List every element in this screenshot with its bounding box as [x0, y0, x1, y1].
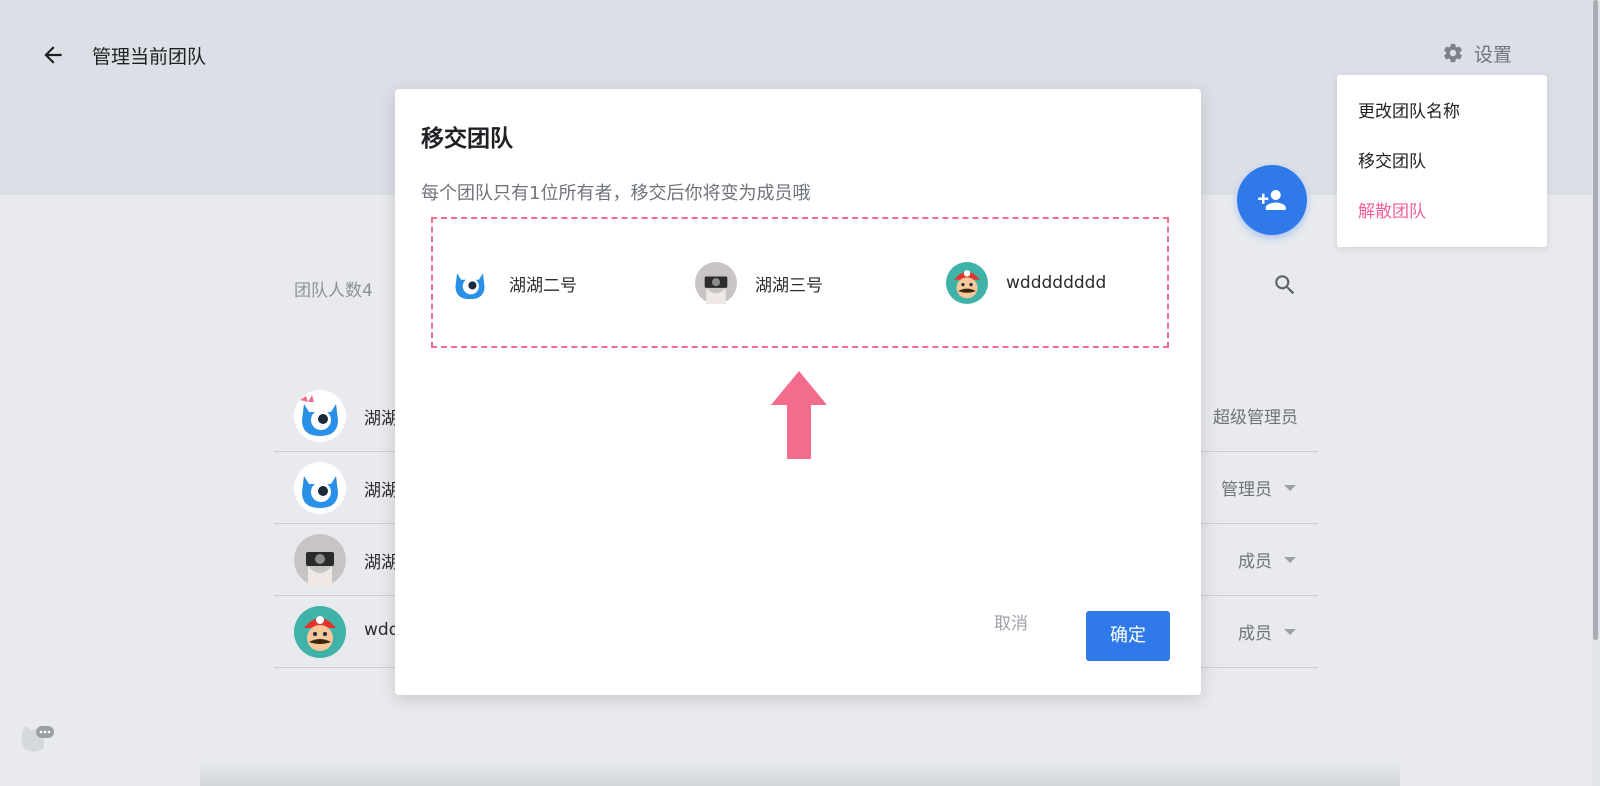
- team-count-label: 团队人数4: [294, 281, 373, 301]
- candidate-name: wdddddddd: [1006, 273, 1107, 293]
- scrollbar[interactable]: [1592, 0, 1600, 786]
- member-role: 超级管理员: [1213, 408, 1298, 428]
- transfer-team-dialog: 移交团队 每个团队只有1位所有者，移交后你将变为成员哦 湖湖二号 湖湖三号 wd…: [395, 89, 1201, 695]
- confirm-button[interactable]: 确定: [1086, 611, 1170, 661]
- camera-photo-avatar: [294, 534, 346, 586]
- candidate-item[interactable]: 湖湖二号: [449, 261, 577, 305]
- blue-monster-bow-avatar: [294, 390, 346, 442]
- search-icon[interactable]: [1272, 272, 1302, 302]
- blue-monster-avatar: [455, 273, 485, 300]
- menu-item-rename-team[interactable]: 更改团队名称: [1337, 87, 1547, 137]
- dialog-description: 每个团队只有1位所有者，移交后你将变为成员哦: [421, 183, 811, 204]
- gear-icon: [1444, 43, 1462, 63]
- add-member-button[interactable]: [1237, 165, 1307, 235]
- up-arrow-annotation-icon: [771, 371, 827, 459]
- mario-avatar: [946, 262, 988, 304]
- candidate-list-highlight: 湖湖二号 湖湖三号 wdddddddd: [431, 217, 1169, 348]
- member-name: 湖湖: [364, 553, 398, 573]
- blue-monster-avatar: [294, 462, 346, 514]
- page-title: 管理当前团队: [92, 46, 207, 68]
- cancel-button[interactable]: 取消: [983, 609, 1039, 639]
- settings-menu: 更改团队名称 移交团队 解散团队: [1337, 75, 1547, 247]
- bottom-divider: [200, 760, 1400, 786]
- member-role-select[interactable]: 成员: [1238, 547, 1296, 572]
- member-name: 湖湖: [364, 481, 398, 501]
- menu-item-dissolve-team[interactable]: 解散团队: [1337, 187, 1547, 237]
- member-name: 湖湖: [364, 409, 398, 429]
- chat-bot-icon[interactable]: [18, 722, 56, 756]
- menu-item-transfer-team[interactable]: 移交团队: [1337, 137, 1547, 187]
- candidate-name: 湖湖三号: [755, 275, 823, 296]
- settings-label: 设置: [1474, 43, 1513, 66]
- back-arrow-icon[interactable]: [38, 40, 68, 70]
- member-role-select[interactable]: 成员: [1238, 619, 1296, 644]
- mario-avatar: [294, 606, 346, 658]
- chevron-down-icon: [1284, 484, 1296, 491]
- dialog-title: 移交团队: [421, 126, 513, 152]
- candidate-item[interactable]: wdddddddd: [946, 261, 1106, 305]
- camera-photo-avatar: [695, 262, 737, 304]
- scrollbar-thumb[interactable]: [1593, 0, 1598, 640]
- add-person-icon: [1258, 190, 1286, 210]
- chevron-down-icon: [1284, 628, 1296, 635]
- chevron-down-icon: [1284, 556, 1296, 563]
- member-role-select[interactable]: 管理员: [1221, 475, 1296, 500]
- settings-button[interactable]: 设置: [1442, 38, 1512, 68]
- candidate-item[interactable]: 湖湖三号: [695, 261, 823, 305]
- candidate-name: 湖湖二号: [509, 275, 577, 296]
